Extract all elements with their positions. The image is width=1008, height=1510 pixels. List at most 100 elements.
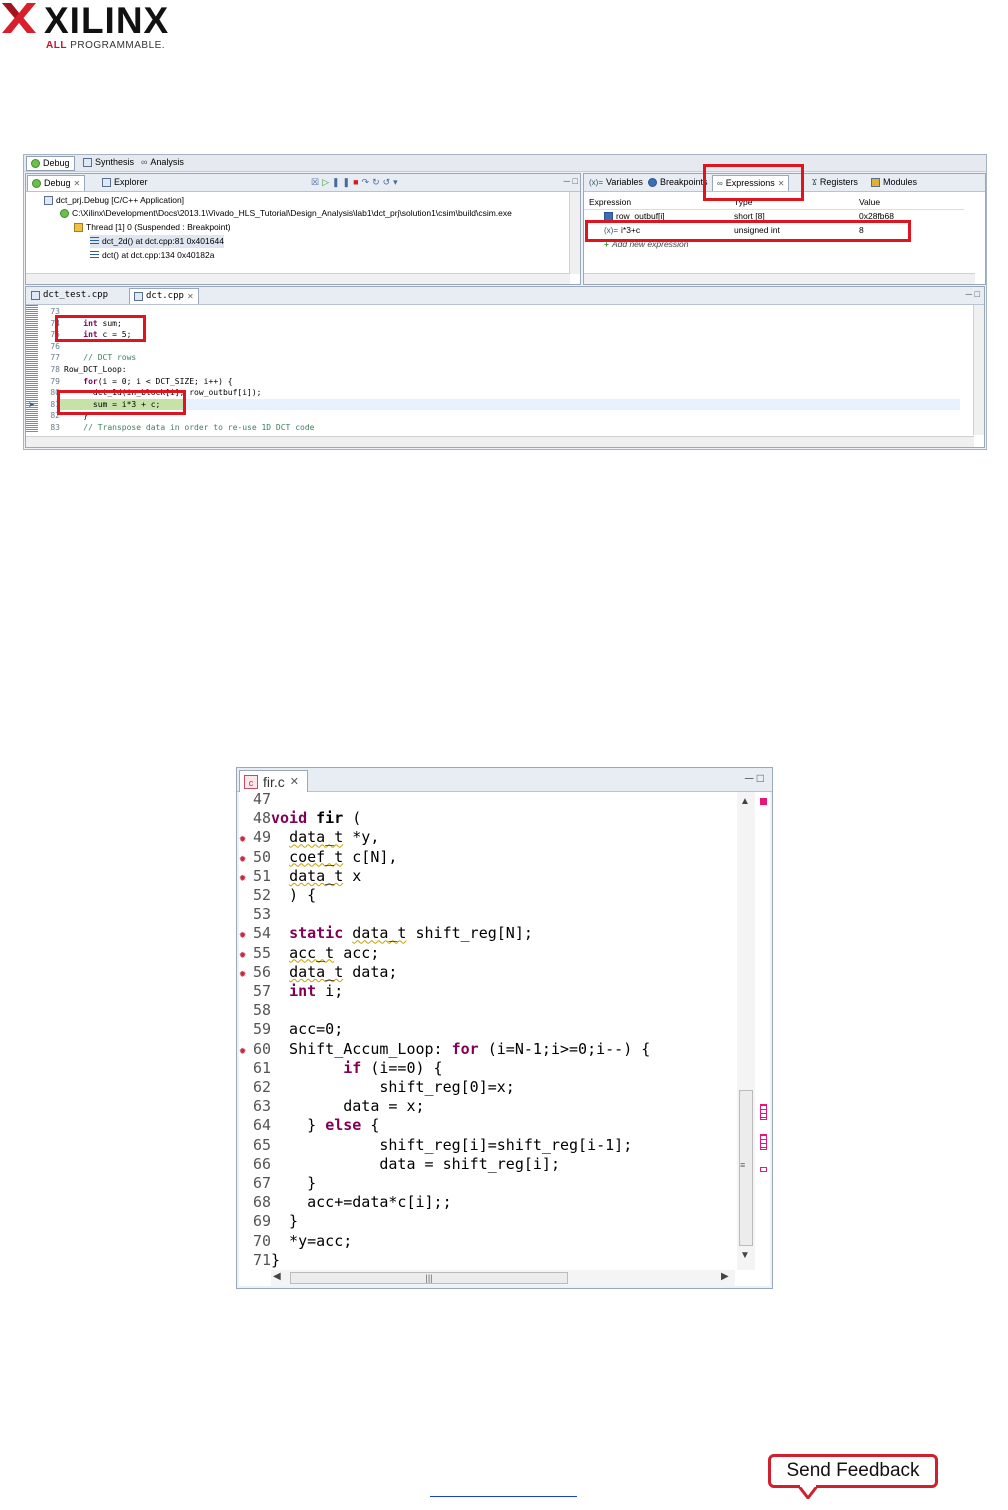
debug-view-hscroll[interactable] — [26, 273, 570, 284]
code-text: for(i = 0; i < DCT_SIZE; i++) { — [83, 376, 233, 386]
send-feedback-button[interactable]: Send Feedback — [768, 1454, 938, 1488]
callout-tail-icon — [798, 1485, 820, 1499]
instruction-pointer-icon: ➤ — [28, 400, 35, 409]
tab-variables[interactable]: (x)= Variables — [585, 175, 647, 190]
code-text: static data_t shift_reg[N]; — [289, 924, 533, 943]
code-line: 52 ) { — [239, 886, 734, 905]
code-text: coef_t c[N], — [289, 847, 398, 866]
tree-item-frame-selected[interactable]: dct_2d() at dct.cpp:81 0x401644 — [90, 235, 224, 248]
line-number: 68 — [252, 1193, 271, 1212]
footer-link-underline[interactable] — [430, 1495, 577, 1497]
suspend-icon: ❚❚ — [332, 177, 354, 187]
tab-registers[interactable]: Ϫ Registers — [808, 175, 862, 190]
code-area[interactable]: 73 74 int sum; 75 int c = 5; 76 77 // DCT ro… — [42, 306, 962, 436]
code-line: ✹ 54 static data_t shift_reg[N]; — [239, 924, 734, 943]
code-line: 67 } — [239, 1174, 734, 1193]
line-number: 52 — [252, 886, 271, 904]
debug-view-tabbar: Debug ✕ Explorer ☒▷❚❚■↷↻↺▾ ─ □ — [26, 174, 580, 192]
code-text: acc=0; — [271, 1020, 344, 1039]
code-text: if (i==0) { — [343, 1058, 443, 1077]
remove-icon: ☒ — [311, 177, 323, 187]
close-icon[interactable]: ✕ — [74, 176, 81, 191]
code-line: 79 for(i = 0; i < DCT_SIZE; i++) { — [42, 376, 233, 388]
code-line: 76 — [42, 341, 64, 353]
tab-breakpoints[interactable]: Breakpoints — [644, 175, 712, 190]
minimize-maximize-icon[interactable]: ─ □ — [966, 289, 980, 299]
close-icon[interactable]: ✕ — [187, 289, 194, 304]
highlight-sum-line — [57, 390, 186, 415]
scroll-right-icon: ▶ — [721, 1271, 729, 1282]
column-expression[interactable]: Expression — [589, 196, 631, 208]
close-icon[interactable]: ✕ — [290, 775, 299, 788]
code-line: 64 } else { — [239, 1116, 734, 1135]
tab-dct-test-cpp[interactable]: dct_test.cpp — [27, 288, 112, 303]
tab-modules[interactable]: Modules — [867, 175, 921, 190]
bug-icon — [32, 179, 41, 188]
tree-item-launch[interactable]: dct_prj.Debug [C/C++ Application] — [44, 194, 184, 207]
line-number: 57 — [252, 982, 271, 1000]
code-line: 58 — [239, 1001, 734, 1020]
tab-dct-cpp[interactable]: dct.cpp ✕ — [129, 288, 199, 304]
line-number: 49 — [252, 828, 271, 847]
scroll-up-icon: ▲ — [740, 796, 750, 807]
code-text: ) { — [271, 886, 317, 904]
modules-icon — [871, 178, 880, 187]
code-line: 48 void fir ( — [239, 809, 734, 828]
perspective-synthesis[interactable]: Synthesis — [79, 156, 138, 169]
minimize-maximize-icon[interactable]: ─ □ — [745, 771, 764, 785]
perspective-debug[interactable]: Debug — [26, 156, 75, 171]
tree-item-thread[interactable]: Thread [1] 0 (Suspended : Breakpoint) — [74, 221, 231, 234]
code-text: data = shift_reg[i]; — [271, 1154, 560, 1173]
bug-icon — [31, 159, 40, 168]
perspective-analysis[interactable]: ∞ Analysis — [137, 156, 188, 169]
column-value[interactable]: Value — [859, 196, 880, 208]
fir-hscroll-thumb[interactable]: ||| — [290, 1272, 568, 1284]
minimize-maximize-icon[interactable]: ─ □ — [564, 176, 578, 186]
tab-debug[interactable]: Debug ✕ — [27, 175, 86, 191]
overview-ruler — [757, 792, 770, 1270]
perspective-bar: Debug Synthesis ∞ Analysis — [24, 155, 986, 172]
line-number: 55 — [252, 943, 271, 962]
tab-fir-c[interactable]: c fir.c ✕ — [239, 770, 308, 792]
analysis-icon: ∞ — [141, 157, 148, 167]
code-line: 71} — [239, 1251, 734, 1270]
tree-item-frame[interactable]: dct() at dct.cpp:134 0x40182a — [90, 249, 214, 262]
fir-hscroll[interactable]: ◀ ||| ▶ — [271, 1270, 735, 1286]
code-text: data_t data; — [289, 962, 398, 981]
cpp-file-icon — [31, 291, 40, 300]
scroll-down-icon: ▼ — [740, 1250, 750, 1261]
fir-vscroll[interactable]: ▲ ≡ ▼ — [737, 792, 755, 1270]
brand-tagline: ALL PROGRAMMABLE. — [46, 40, 166, 51]
error-marker-icon — [760, 1167, 767, 1172]
expressions-view-hscroll[interactable] — [584, 273, 975, 284]
line-number: 69 — [252, 1212, 271, 1231]
tree-item-process[interactable]: C:\Xilinx\Development\Docs\2013.1\Vivado… — [60, 207, 512, 220]
debug-view-vscroll[interactable] — [569, 192, 580, 274]
code-line: ✹ 49 data_t *y, — [239, 828, 734, 847]
stack-frame-icon — [90, 251, 99, 260]
debug-toolbar[interactable]: ☒▷❚❚■↷↻↺▾ — [311, 177, 401, 188]
fir-code-area[interactable]: 47 48 void fir (✹ 49 data_t *y, ✹ 50 coef_t c… — [239, 790, 770, 1286]
grip-icon: ≡ — [740, 1160, 746, 1170]
view-menu-icon: ▾ — [393, 177, 401, 187]
code-text: } — [271, 1174, 317, 1192]
code-line: 61 if (i==0) { — [239, 1059, 734, 1078]
line-number: 70 — [252, 1231, 271, 1250]
code-line: ✹ 51 data_t x — [239, 867, 734, 886]
code-text: } — [271, 1212, 299, 1231]
editor-vscroll[interactable] — [973, 305, 984, 435]
line-number: 66 — [252, 1154, 271, 1173]
line-number: 60 — [252, 1039, 271, 1058]
explorer-icon — [102, 178, 111, 187]
process-icon — [60, 209, 69, 218]
line-number: 77 — [50, 353, 60, 363]
editor-hscroll[interactable] — [26, 436, 974, 447]
line-number: 64 — [252, 1116, 271, 1135]
error-marker-icon — [760, 1104, 767, 1120]
tab-explorer[interactable]: Explorer — [98, 175, 152, 190]
code-line: 83 // Transpose data in order to re-use … — [42, 422, 314, 434]
scroll-left-icon: ◀ — [273, 1271, 281, 1282]
line-number: 53 — [252, 905, 271, 924]
code-text: // DCT rows — [64, 353, 137, 363]
code-text: acc+=data*c[i];; — [271, 1193, 452, 1212]
